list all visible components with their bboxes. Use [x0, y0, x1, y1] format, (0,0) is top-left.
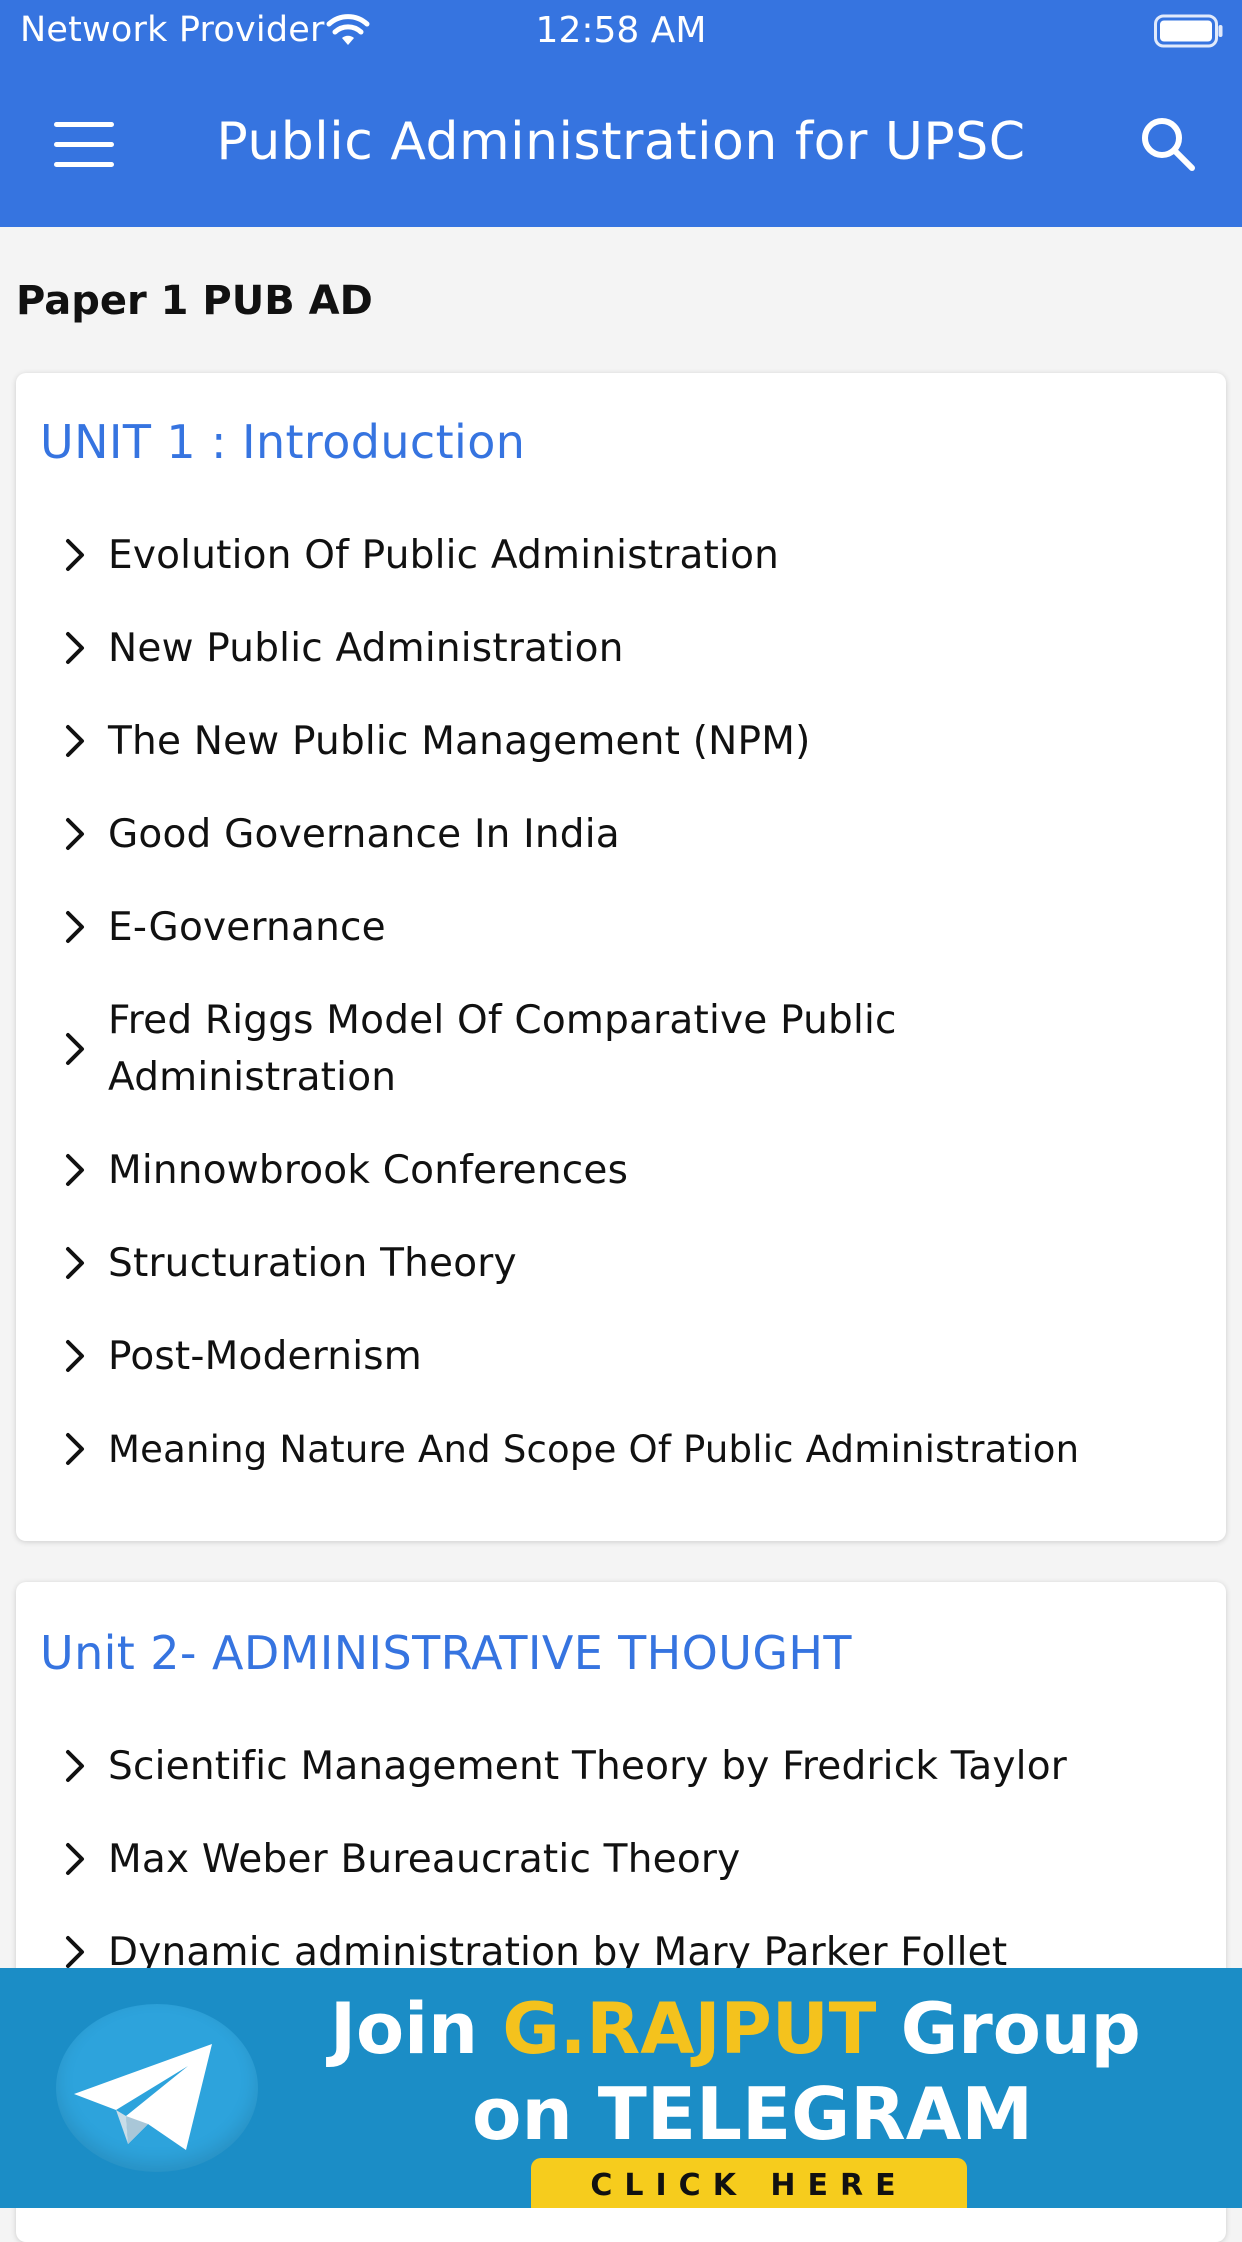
topic-item[interactable]: Post-Modernism	[16, 1328, 1226, 1385]
chevron-right-icon	[66, 1936, 84, 1968]
topic-label: Minnowbrook Conferences	[108, 1148, 629, 1193]
topic-label: Post-Modernism	[108, 1334, 422, 1379]
chevron-right-icon	[66, 911, 84, 943]
topic-item[interactable]: Fred Riggs Model Of Comparative Public A…	[16, 992, 1226, 1106]
topic-item[interactable]: Evolution Of Public Administration	[16, 527, 1226, 584]
chevron-right-icon	[66, 1340, 84, 1372]
topic-label: Evolution Of Public Administration	[108, 533, 780, 578]
chevron-right-icon	[66, 1843, 84, 1875]
topic-label: Structuration Theory	[108, 1241, 517, 1286]
chevron-right-icon	[66, 1247, 84, 1279]
topic-item[interactable]: New Public Administration	[16, 620, 1226, 677]
topic-label: Fred Riggs Model Of Comparative Public A…	[108, 998, 897, 1100]
chevron-right-icon	[66, 632, 84, 664]
topic-label: E-Governance	[108, 905, 386, 950]
chevron-right-icon	[66, 1750, 84, 1782]
unit-title: UNIT 1 : Introduction	[40, 415, 526, 469]
topic-item[interactable]: Minnowbrook Conferences	[16, 1142, 1226, 1199]
topic-item[interactable]: Structuration Theory	[16, 1235, 1226, 1292]
unit-title: Unit 2- ADMINISTRATIVE THOUGHT	[40, 1626, 852, 1680]
clock: 12:58 AM	[535, 10, 707, 51]
topic-label: Scientific Management Theory by Fredrick…	[108, 1744, 1068, 1789]
topic-item[interactable]: E-Governance	[16, 899, 1226, 956]
app-title: Public Administration for UPSC	[216, 112, 1026, 172]
unit-card: UNIT 1 : Introduction Evolution Of Publi…	[16, 373, 1226, 1541]
topic-label: New Public Administration	[108, 626, 624, 671]
chevron-right-icon	[66, 725, 84, 757]
banner-group-text: Group	[876, 1988, 1141, 2070]
banner-subheadline: on TELEGRAM	[472, 2072, 1034, 2156]
topic-item[interactable]: The New Public Management (NPM)	[16, 713, 1226, 770]
section-heading: Paper 1 PUB AD	[16, 278, 373, 324]
topic-label: Meaning Nature And Scope Of Public Admin…	[108, 1428, 1080, 1471]
chevron-right-icon	[66, 1433, 84, 1465]
chevron-right-icon	[66, 1154, 84, 1186]
topic-item[interactable]: Meaning Nature And Scope Of Public Admin…	[16, 1421, 1226, 1478]
telegram-banner[interactable]: Join G.RAJPUT Group on TELEGRAM CLICK HE…	[0, 1968, 1242, 2208]
chevron-right-icon	[66, 539, 84, 571]
chevron-right-icon	[66, 1033, 84, 1065]
chevron-right-icon	[66, 818, 84, 850]
topic-label: Max Weber Bureaucratic Theory	[108, 1837, 741, 1882]
search-icon[interactable]	[1136, 112, 1200, 176]
telegram-icon	[74, 2044, 212, 2150]
banner-headline: Join G.RAJPUT Group	[330, 1988, 1141, 2070]
topic-label: Good Governance In India	[108, 812, 620, 857]
topic-item[interactable]: Max Weber Bureaucratic Theory	[16, 1831, 1226, 1888]
click-here-button[interactable]: CLICK HERE	[531, 2158, 967, 2208]
banner-group-name: G.RAJPUT	[502, 1988, 877, 2070]
top-bar: Network Provider 12:58 AM Public Adminis…	[0, 0, 1242, 227]
app-bar: Public Administration for UPSC	[0, 62, 1242, 227]
status-bar: Network Provider 12:58 AM	[0, 0, 1242, 62]
topic-item[interactable]: Scientific Management Theory by Fredrick…	[16, 1738, 1226, 1795]
battery-icon	[1154, 14, 1223, 48]
topic-label: The New Public Management (NPM)	[108, 719, 811, 764]
topic-item[interactable]: Good Governance In India	[16, 806, 1226, 863]
banner-join-text: Join	[330, 1988, 503, 2070]
